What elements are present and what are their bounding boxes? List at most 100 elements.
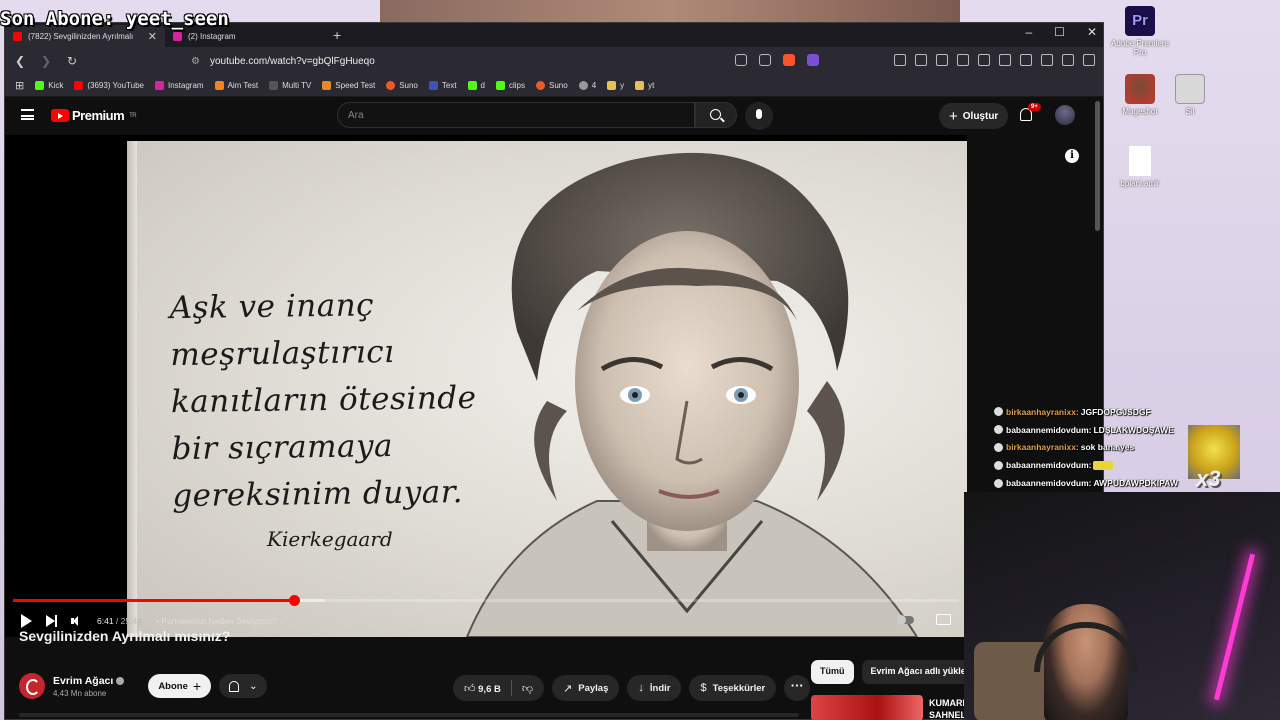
cast-icon[interactable]	[735, 54, 747, 66]
leo-icon[interactable]	[1041, 54, 1053, 66]
channel-name[interactable]: Evrim Ağacı	[53, 675, 125, 687]
instagram-icon	[154, 81, 164, 90]
bookmark-folder[interactable]: yt	[635, 81, 654, 90]
instagram-icon	[173, 31, 182, 41]
share-button[interactable]: ↗ Paylaş	[552, 675, 620, 701]
notification-badge: 9+	[1028, 103, 1041, 111]
kick-icon	[467, 81, 477, 90]
close-tab-icon[interactable]: ✕	[148, 30, 157, 43]
next-icon[interactable]	[46, 615, 57, 627]
video-player[interactable]: Aşk ve inanç meşrulaştırıcı kanıtların ö…	[5, 135, 967, 637]
bookmark-item[interactable]: 4	[578, 81, 596, 90]
youtube-logo[interactable]: Premium TR	[51, 108, 137, 123]
desktop-icon-premiere[interactable]: Pr Adobe Premiere Pro	[1110, 6, 1170, 57]
speedtest-icon	[322, 81, 332, 90]
create-button[interactable]: + Oluştur	[939, 103, 1009, 129]
folder-icon	[607, 81, 617, 90]
autoplay-toggle[interactable]	[896, 615, 914, 625]
chapter-button[interactable]: • Partnerimizi Neden Seviyoruz? ›	[156, 616, 283, 626]
bell-icon	[229, 680, 240, 692]
apps-grid-icon[interactable]: ⊞	[15, 79, 24, 92]
bookmark-item[interactable]: Text	[428, 81, 457, 90]
like-button[interactable]: 👍︎ 9,6 B	[464, 682, 501, 695]
bookmark-folder[interactable]: y	[607, 81, 624, 90]
search-input[interactable]: Ara	[337, 102, 695, 128]
bookmark-item[interactable]: Instagram	[154, 81, 204, 90]
vpn-icon[interactable]	[1062, 54, 1074, 66]
share-icon[interactable]	[759, 54, 771, 66]
bookmark-item[interactable]: Kick	[35, 81, 63, 90]
like-dislike-group: 👍︎ 9,6 B 👎︎	[453, 675, 545, 701]
desktop-wallpaper-strip	[380, 0, 960, 22]
channel-avatar[interactable]	[19, 673, 45, 699]
file-icon	[1129, 146, 1151, 176]
bookmark-item[interactable]: d	[467, 81, 485, 90]
chip-all[interactable]: Tümü	[811, 660, 854, 684]
bookmark-item[interactable]: Speed Test	[322, 81, 375, 90]
bookmarks-bar: ⊞ Kick (3693) YouTube Instagram Aim Test…	[5, 75, 1103, 97]
screenshot-icon[interactable]	[936, 54, 948, 66]
url-field[interactable]: ⚙ youtube.com/watch?v=gbQlFgHueqo	[191, 56, 375, 67]
download-icon[interactable]	[957, 54, 969, 66]
play-icon[interactable]	[21, 614, 32, 628]
music-icon[interactable]	[978, 54, 990, 66]
bookmark-item[interactable]: (3693) YouTube	[74, 81, 144, 90]
thanks-button[interactable]: $ Teşekkürler	[689, 675, 777, 701]
dislike-button[interactable]: 👎︎	[522, 682, 533, 695]
region-code: TR	[129, 112, 137, 119]
kick-icon	[496, 81, 505, 90]
page-scrollbar[interactable]	[1095, 101, 1100, 231]
share-arrow-icon: ↗	[563, 682, 573, 695]
progress-bar[interactable]	[13, 595, 959, 606]
photo-icon	[1125, 74, 1155, 104]
frame-edge	[127, 141, 137, 637]
new-tab-button[interactable]: +	[333, 27, 341, 47]
more-actions-icon[interactable]: ···	[784, 675, 811, 701]
sidebar-icon[interactable]	[999, 54, 1011, 66]
user-badge-icon	[994, 407, 1003, 417]
microphone-icon[interactable]	[745, 102, 773, 130]
info-icon[interactable]: i	[1065, 149, 1079, 163]
bookmark-item[interactable]: Suno	[536, 81, 568, 90]
subtitles-icon[interactable]	[936, 614, 951, 625]
subscribe-button[interactable]: Abone +	[148, 674, 212, 698]
minimize-button[interactable]: –	[1025, 25, 1032, 39]
download-arrow-icon: ↓	[638, 682, 644, 694]
last-subscriber-overlay: Son Abone: yeet_seen	[0, 8, 229, 30]
bookmark-item[interactable]: Suno	[386, 81, 418, 90]
desktop-icon-sil[interactable]: Sil	[1160, 74, 1220, 116]
globe-icon	[578, 81, 588, 90]
puzzle-icon[interactable]	[915, 54, 927, 66]
bookmark-item[interactable]: Aim Test	[214, 81, 258, 90]
download-button[interactable]: ↓ İndir	[627, 675, 682, 701]
bookmark-item[interactable]: clips	[496, 81, 525, 90]
volume-icon[interactable]	[71, 615, 83, 627]
folder-icon	[635, 81, 645, 90]
brave-shield-icon[interactable]	[783, 54, 795, 66]
bookmark-item[interactable]: Multi TV	[269, 81, 311, 90]
emote-icon	[1093, 461, 1114, 471]
desktop-icon-file[interactable]: bplanl.amlr	[1110, 146, 1170, 188]
wallet-icon[interactable]	[1020, 54, 1032, 66]
chat-combo-counter: x3	[1196, 466, 1221, 491]
chat-message: babaannemidovdum: LDŞLAKWDOŞAWE	[994, 421, 1204, 439]
search-icon[interactable]	[695, 102, 737, 128]
hamburger-menu-icon[interactable]	[21, 109, 34, 120]
menu-icon[interactable]	[1083, 54, 1095, 66]
close-window-button[interactable]: ✕	[1087, 25, 1097, 39]
notification-settings-button[interactable]: ⌄	[219, 674, 268, 698]
suno-icon	[386, 81, 396, 90]
forward-icon[interactable]: ❯	[39, 54, 53, 68]
reload-icon[interactable]: ↻	[65, 54, 79, 68]
account-avatar[interactable]	[1055, 105, 1075, 125]
video-frame: Aşk ve inanç meşrulaştırıcı kanıtların ö…	[127, 141, 967, 637]
site-info-icon[interactable]: ⚙	[191, 56, 200, 67]
user-badge-icon	[994, 442, 1003, 452]
brave-rewards-icon[interactable]	[807, 54, 819, 66]
recommended-thumbnail[interactable]	[811, 695, 923, 720]
back-icon[interactable]: ❮	[13, 54, 27, 68]
maximize-button[interactable]: ☐	[1054, 25, 1065, 39]
text-icon	[428, 81, 438, 90]
recommended-title[interactable]: KUMARH SAHNEL	[929, 697, 969, 720]
extension-icon[interactable]	[894, 54, 906, 66]
